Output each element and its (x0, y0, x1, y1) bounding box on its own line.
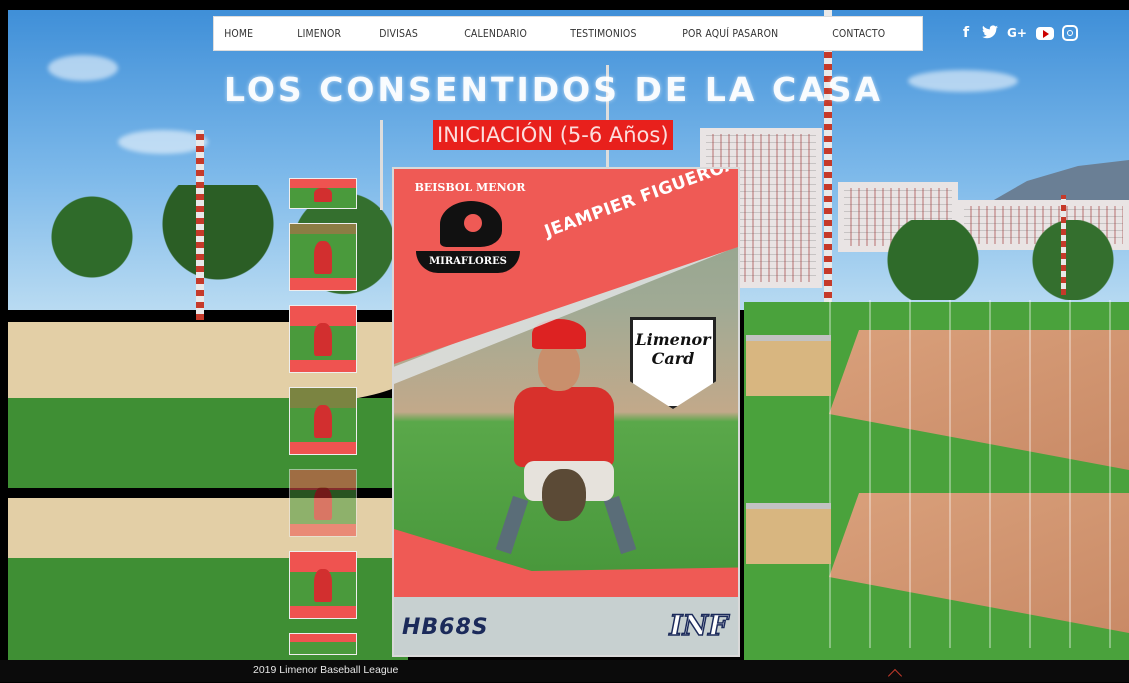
page-headline: LOS CONSENTIDOS DE LA CASA (224, 70, 884, 109)
player-code: HB68S (402, 615, 489, 640)
thumbnail-player (313, 187, 333, 203)
gallery-thumbnail[interactable] (289, 387, 357, 455)
main-nav: HOME LIMENOR DIVISAS CALENDARIO TESTIMON… (213, 16, 923, 51)
fence (829, 300, 1129, 475)
thumbnail-player (313, 240, 333, 274)
nav-item-divisas[interactable]: DIVISAS (369, 27, 441, 40)
logo-bottom-text: MIRAFLORES (416, 251, 520, 273)
player-figure (495, 319, 637, 555)
category-subtitle: INICIACIÓN (5-6 Años) (433, 120, 673, 150)
instagram-icon[interactable] (1062, 25, 1078, 41)
badge-line-1: Limenor (635, 330, 711, 349)
thumbnail-footer (290, 606, 356, 618)
baseball-glove (542, 469, 586, 521)
nav-item-por-aqui-pasaron[interactable]: POR AQUÍ PASARON (672, 27, 799, 40)
light-tower (196, 130, 204, 320)
thumbnail-footer (290, 278, 356, 290)
dugout (746, 503, 831, 564)
social-links: f G+ (958, 25, 1078, 41)
gallery-thumbnail[interactable] (289, 551, 357, 619)
player-card[interactable]: BEISBOL MENOR MIRAFLORES JEAMPIER FIGUER… (392, 167, 740, 657)
badge-text: Limenor Card (633, 330, 713, 368)
gallery-thumbnail[interactable] (289, 469, 357, 537)
trees (8, 185, 428, 315)
nav-item-contacto[interactable]: CONTACTO (822, 27, 907, 40)
fence (829, 473, 1129, 648)
light-tower (1061, 195, 1066, 295)
thumbnail-player (313, 404, 333, 438)
nav-item-limenor[interactable]: LIMENOR (287, 27, 356, 40)
position-code: INF (669, 608, 729, 643)
nav-item-calendario[interactable]: CALENDARIO (454, 27, 544, 40)
helmet-icon (440, 201, 502, 247)
facebook-icon[interactable]: f (958, 25, 974, 41)
gallery-thumbnail[interactable] (289, 223, 357, 291)
gallery-thumbnail[interactable] (289, 178, 357, 209)
player-jersey (514, 387, 614, 467)
thumbnail-banner (290, 179, 356, 188)
cloud (48, 55, 118, 81)
thumbnail-player (313, 322, 333, 356)
thumbnail-banner (290, 224, 356, 234)
badge-line-2: Card (651, 349, 695, 368)
nav-item-testimonios[interactable]: TESTIMONIOS (560, 27, 655, 40)
footer-copyright: 2019 Limenor Baseball League (253, 664, 399, 676)
gallery-thumbnail[interactable] (289, 633, 357, 655)
logo-top-text: BEISBOL MENOR (414, 181, 526, 194)
dugout (746, 335, 831, 396)
site-footer: 2019 Limenor Baseball League (0, 660, 1129, 682)
thumbnail-footer (290, 360, 356, 372)
cloud (908, 70, 1018, 92)
thumbnail-banner (290, 634, 356, 642)
thumbnail-player (313, 486, 333, 520)
google-plus-icon[interactable]: G+ (1006, 25, 1028, 41)
thumbnail-player (313, 568, 333, 602)
gallery-thumbnail[interactable] (289, 305, 357, 373)
back-to-top-icon[interactable] (887, 669, 905, 679)
league-logo: BEISBOL MENOR MIRAFLORES (412, 181, 528, 277)
light-pole (380, 120, 383, 210)
thumbnail-footer (290, 524, 356, 536)
youtube-icon[interactable] (1036, 27, 1054, 40)
cloud (118, 130, 208, 154)
thumbnail-footer (290, 442, 356, 454)
twitter-icon[interactable] (982, 25, 998, 41)
nav-item-home[interactable]: HOME (214, 27, 276, 40)
trees (849, 220, 1129, 300)
